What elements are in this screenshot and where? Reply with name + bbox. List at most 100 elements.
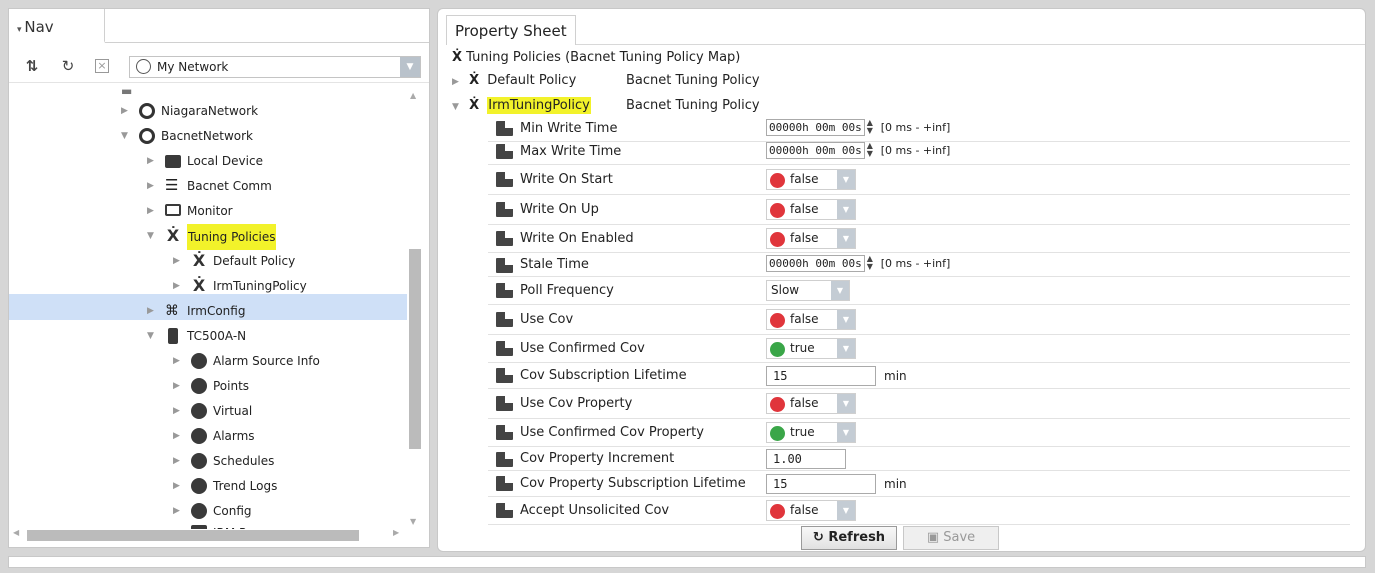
false-dot-icon <box>770 504 785 519</box>
chevron-down-icon[interactable]: ▼ <box>837 394 855 413</box>
chevron-down-icon[interactable]: ▼ <box>837 310 855 329</box>
slot-icon <box>496 341 513 356</box>
range-label: [0 ms - +inf] <box>880 121 951 134</box>
false-dot-icon <box>770 203 785 218</box>
chevron-down-icon[interactable]: ▼ <box>837 170 855 189</box>
boolean-select[interactable]: false ▼ <box>766 199 856 220</box>
reltime-field[interactable]: 00000h 00m 00s <box>766 142 865 159</box>
chevron-down-icon[interactable]: ▼ <box>837 339 855 358</box>
chevron-down-icon[interactable]: ▼ <box>831 281 849 300</box>
refresh-button[interactable]: ↻ Refresh <box>801 526 897 550</box>
prop-row-max-write-time: Max Write Time 00000h 00m 00s ▲ ▼ [0 ms - +… <box>488 139 1350 165</box>
false-dot-icon <box>770 313 785 328</box>
slot-icon <box>496 121 513 136</box>
scroll-left-icon[interactable]: ◀ <box>13 528 19 537</box>
chevron-down-icon[interactable]: ▼ <box>837 200 855 219</box>
chevron-down-icon[interactable]: ▼ <box>121 124 133 148</box>
chevron-down-icon[interactable]: ▼ <box>400 57 420 77</box>
chevron-right-icon[interactable]: ▶ <box>173 349 185 373</box>
chevron-down-icon[interactable]: ▼ <box>147 324 159 348</box>
trend-icon <box>191 478 207 494</box>
scroll-thumb[interactable] <box>409 249 421 449</box>
default-policy-row[interactable]: ▶ Ẋ Default Policy Bacnet Tuning Policy <box>452 70 760 92</box>
scroll-up-icon[interactable]: ▲ <box>410 91 416 100</box>
tree-node-label: Alarm Source Info <box>213 354 320 368</box>
chevron-right-icon[interactable]: ▶ <box>173 499 185 523</box>
tree-horizontal-scrollbar[interactable]: ◀ ▶ <box>9 527 421 543</box>
boolean-select[interactable]: false ▼ <box>766 169 856 190</box>
default-policy-name: Default Policy <box>487 73 577 88</box>
spinner-icon[interactable]: ▲ ▼ <box>867 119 877 136</box>
refresh-icon[interactable]: ↻ <box>59 57 77 75</box>
network-select[interactable]: My Network ▼ <box>129 56 421 78</box>
reltime-field[interactable]: 00000h 00m 00s <box>766 119 865 136</box>
tuning-icon: Ẋ <box>166 226 180 245</box>
cov-property-subscription-lifetime-value: 15 min <box>766 474 907 495</box>
tree-node-label: BacnetNetwork <box>161 129 253 143</box>
chevron-right-icon[interactable]: ▶ <box>147 149 159 173</box>
prop-label: Accept Unsolicited Cov <box>520 503 670 518</box>
prop-row-poll-frequency: Poll Frequency Slow ▼ <box>488 277 1350 305</box>
chevron-down-icon[interactable]: ▼ <box>147 224 159 248</box>
scroll-right-icon[interactable]: ▶ <box>393 528 399 537</box>
root-row[interactable]: Ẋ Tuning Policies (Bacnet Tuning Policy … <box>452 47 740 69</box>
spinner-icon[interactable]: ▲ ▼ <box>867 255 877 272</box>
use-confirmed-cov-property-value: true ▼ <box>766 422 856 443</box>
chevron-right-icon[interactable]: ▶ <box>147 174 159 198</box>
scroll-down-icon[interactable]: ▼ <box>410 517 416 526</box>
chevron-down-icon[interactable]: ▼ <box>452 102 459 112</box>
alarm-icon <box>191 353 207 369</box>
boolean-select[interactable]: true ▼ <box>766 338 856 359</box>
boolean-select[interactable]: false ▼ <box>766 393 856 414</box>
chevron-right-icon[interactable]: ▶ <box>173 274 185 298</box>
boolean-select[interactable]: false ▼ <box>766 500 856 521</box>
chevron-down-icon[interactable]: ▼ <box>837 423 855 442</box>
network-select-value: My Network <box>157 60 229 74</box>
prop-row-cov-property-subscription-lifetime: Cov Property Subscription Lifetime 15 min <box>488 471 1350 497</box>
slot-icon <box>496 258 513 273</box>
chevron-down-icon[interactable]: ▼ <box>837 229 855 248</box>
property-sheet-tab[interactable]: Property Sheet <box>446 15 576 45</box>
sync-arrows-icon[interactable]: ⇅ <box>23 57 41 75</box>
write-on-start-value: false ▼ <box>766 169 856 190</box>
chevron-right-icon[interactable]: ▶ <box>121 99 133 123</box>
chevron-right-icon[interactable]: ▶ <box>173 449 185 473</box>
boolean-select[interactable]: true ▼ <box>766 422 856 443</box>
boolean-select[interactable]: false ▼ <box>766 228 856 249</box>
spinner-icon[interactable]: ▲ ▼ <box>867 142 877 159</box>
close-icon[interactable]: × <box>95 59 109 73</box>
chevron-right-icon[interactable]: ▶ <box>173 374 185 398</box>
cov-subscription-lifetime-value: 15 min <box>766 366 907 387</box>
device-icon <box>165 155 181 168</box>
tuning-icon: Ẋ <box>192 276 206 295</box>
poll-frequency-select[interactable]: Slow ▼ <box>766 280 850 301</box>
save-button[interactable]: ▣ Save <box>903 526 999 550</box>
chevron-right-icon[interactable]: ▶ <box>147 199 159 223</box>
chevron-right-icon[interactable]: ▶ <box>173 424 185 448</box>
prop-label: Write On Start <box>520 172 613 187</box>
tree-node-label: TC500A-N <box>187 329 247 343</box>
slot-icon <box>496 396 513 411</box>
chevron-right-icon[interactable]: ▶ <box>173 399 185 423</box>
nav-tab[interactable]: ▾ Nav <box>9 9 105 43</box>
true-dot-icon <box>770 342 785 357</box>
irm-policy-row[interactable]: ▼ Ẋ IrmTuningPolicy Bacnet Tuning Policy <box>452 95 760 117</box>
number-field[interactable]: 1.00 <box>766 449 846 469</box>
tree-node-label: Tuning Policies <box>187 224 277 250</box>
use-cov-value: false ▼ <box>766 309 856 330</box>
chevron-right-icon[interactable]: ▶ <box>147 299 159 323</box>
reltime-field[interactable]: 00000h 00m 00s <box>766 255 865 272</box>
number-field[interactable]: 15 <box>766 474 876 494</box>
chevron-right-icon[interactable]: ▶ <box>173 474 185 498</box>
scroll-thumb[interactable] <box>27 530 359 541</box>
root-label: Tuning Policies (Bacnet Tuning Policy Ma… <box>466 50 741 65</box>
chevron-right-icon[interactable]: ▶ <box>173 249 185 273</box>
false-dot-icon <box>770 232 785 247</box>
chevron-down-icon[interactable]: ▼ <box>837 501 855 520</box>
tuning-icon: Ẋ <box>192 251 206 270</box>
tree-vertical-scrollbar[interactable]: ▲ ▼ <box>407 89 421 529</box>
number-field[interactable]: 15 <box>766 366 876 386</box>
boolean-select[interactable]: false ▼ <box>766 309 856 330</box>
cov-property-increment-value: 1.00 <box>766 449 846 470</box>
chevron-right-icon[interactable]: ▶ <box>452 77 459 87</box>
